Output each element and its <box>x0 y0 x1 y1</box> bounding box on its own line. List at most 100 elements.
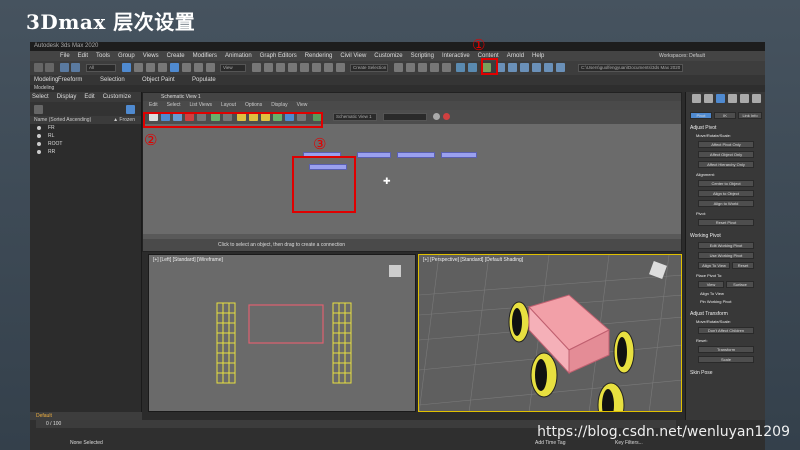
curve-editor-icon[interactable] <box>456 63 465 72</box>
working-pivot-header[interactable]: Working Pivot <box>690 233 721 239</box>
percent-snap-icon[interactable] <box>312 63 321 72</box>
align-to-object-button[interactable]: Align to Object <box>698 190 754 197</box>
toggle-scene-explorer-icon[interactable] <box>418 63 427 72</box>
node-child[interactable] <box>357 152 391 158</box>
tab-link-info[interactable]: Link Info <box>738 112 762 119</box>
link-icon[interactable] <box>60 63 69 72</box>
viewport-label[interactable]: [+] [Perspective] [Standard] [Default Sh… <box>423 257 523 263</box>
search-icon[interactable] <box>126 105 135 114</box>
sch-menu-select[interactable]: Select <box>167 101 181 110</box>
menu-graph-editors[interactable]: Graph Editors <box>260 51 297 61</box>
rect-select-icon[interactable] <box>146 63 155 72</box>
adjust-transform-header[interactable]: Adjust Transform <box>690 311 728 317</box>
menu-views[interactable]: Views <box>143 51 159 61</box>
list-item[interactable]: RR <box>30 148 141 156</box>
node-child[interactable] <box>441 152 477 158</box>
rendered-frame-window-icon[interactable] <box>508 63 517 72</box>
menu-rendering[interactable]: Rendering <box>305 51 333 61</box>
schematic-canvas[interactable]: ✚ <box>143 124 681 234</box>
zoom-selected-icon[interactable] <box>433 113 440 120</box>
dont-affect-children-button[interactable]: Don't Affect Children <box>698 327 754 334</box>
schematic-view-icon[interactable] <box>468 63 477 72</box>
select-icon[interactable] <box>122 63 131 72</box>
menu-arnold[interactable]: Arnold <box>507 51 524 61</box>
ribbon-tab-object-paint[interactable]: Object Paint <box>142 75 175 85</box>
toggle-ribbon-icon[interactable] <box>442 63 451 72</box>
ribbon-tab-freeform[interactable]: Freeform <box>58 75 82 85</box>
sch-menu-options[interactable]: Options <box>245 101 262 110</box>
hierarchy-panel-icon[interactable] <box>716 94 725 103</box>
window-crossing-icon[interactable] <box>158 63 167 72</box>
tab-ik[interactable]: IK <box>714 112 736 119</box>
layer-selector[interactable]: Default <box>30 412 142 420</box>
render-production-icon[interactable] <box>520 63 529 72</box>
menu-civil-view[interactable]: Civil View <box>340 51 366 61</box>
align-to-world-button[interactable]: Align to World <box>698 200 754 207</box>
viewport-left[interactable]: [+] [Left] [Standard] [Wireframe] <box>148 254 416 412</box>
ribbon-subtab[interactable]: Modeling <box>30 85 765 92</box>
edit-working-pivot-button[interactable]: Edit Working Pivot <box>698 242 754 249</box>
pin-working-pivot-checkbox[interactable]: Pin Working Pivot <box>700 299 732 304</box>
list-item[interactable]: ROOT <box>30 140 141 148</box>
align-to-view-button[interactable]: Align To View <box>698 262 730 269</box>
menu-tools[interactable]: Tools <box>96 51 110 61</box>
project-path-field[interactable]: C:\Users\guolfengyuan\Documents\3ds Max … <box>578 64 683 72</box>
render-iterative-icon[interactable] <box>544 63 553 72</box>
move-icon[interactable] <box>170 63 179 72</box>
adjust-pivot-header[interactable]: Adjust Pivot <box>690 125 716 131</box>
ribbon-tab-populate[interactable]: Populate <box>192 75 216 85</box>
pivot-center-icon[interactable] <box>252 63 261 72</box>
viewport-perspective[interactable]: [+] [Perspective] [Standard] [Default Sh… <box>418 254 682 412</box>
reset-scale-button[interactable]: Scale <box>698 356 754 363</box>
redo-icon[interactable] <box>45 63 54 72</box>
filter-icon[interactable] <box>34 105 43 114</box>
menu-scripting[interactable]: Scripting <box>411 51 434 61</box>
align-icon[interactable] <box>406 63 415 72</box>
select-manipulate-icon[interactable] <box>264 63 273 72</box>
toggle-layer-explorer-icon[interactable] <box>430 63 439 72</box>
spinner-snap-icon[interactable] <box>324 63 333 72</box>
menu-animation[interactable]: Animation <box>225 51 252 61</box>
sch-menu-edit[interactable]: Edit <box>149 101 158 110</box>
schematic-view-name-field[interactable]: Schematic View 1 <box>333 113 377 121</box>
menu-group[interactable]: Group <box>118 51 135 61</box>
selection-filter-dropdown[interactable]: All <box>86 64 116 72</box>
menu-create[interactable]: Create <box>167 51 185 61</box>
column-frozen-header[interactable]: ▲ Frozen <box>113 116 135 124</box>
select-by-name-icon[interactable] <box>134 63 143 72</box>
workspaces-selector[interactable]: Workspaces: Default <box>659 51 705 61</box>
node-child[interactable] <box>397 152 435 158</box>
affect-object-only-button[interactable]: Affect Object Only <box>698 151 754 158</box>
affect-hierarchy-only-button[interactable]: Affect Hierarchy Only <box>698 161 754 168</box>
ribbon-tab-modeling[interactable]: Modeling <box>34 75 58 85</box>
mirror-icon[interactable] <box>394 63 403 72</box>
se-tab-edit[interactable]: Edit <box>84 92 94 102</box>
placement-icon[interactable] <box>206 63 215 72</box>
list-item[interactable]: RL <box>30 132 141 140</box>
reference-coordinate-dropdown[interactable]: View <box>220 64 246 72</box>
se-tab-select[interactable]: Select <box>32 92 49 102</box>
bookmark-dropdown[interactable] <box>383 113 427 121</box>
visibility-icon[interactable] <box>37 142 41 146</box>
create-panel-icon[interactable] <box>692 94 701 103</box>
place-view-button[interactable]: View <box>698 281 724 288</box>
sch-menu-list-views[interactable]: List Views <box>190 101 212 110</box>
menu-customize[interactable]: Customize <box>374 51 402 61</box>
reset-working-pivot-button[interactable]: Reset <box>732 262 754 269</box>
edit-named-sets-icon[interactable] <box>336 63 345 72</box>
add-time-tag[interactable]: Add Time Tag <box>535 440 565 446</box>
se-tab-display[interactable]: Display <box>57 92 77 102</box>
key-filters-button[interactable]: Key Filters... <box>615 440 643 446</box>
active-shade-icon[interactable] <box>556 63 565 72</box>
sch-menu-view[interactable]: View <box>297 101 308 110</box>
visibility-icon[interactable] <box>37 134 41 138</box>
motion-panel-icon[interactable] <box>728 94 737 103</box>
use-working-pivot-button[interactable]: Use Working Pivot <box>698 252 754 259</box>
render-in-cloud-icon[interactable] <box>532 63 541 72</box>
close-search-icon[interactable] <box>443 113 450 120</box>
sch-menu-display[interactable]: Display <box>271 101 287 110</box>
skin-pose-header[interactable]: Skin Pose <box>690 370 713 376</box>
scale-icon[interactable] <box>194 63 203 72</box>
named-selection-sets-dropdown[interactable]: Create Selection Set <box>350 64 388 72</box>
keyboard-shortcut-icon[interactable] <box>276 63 285 72</box>
